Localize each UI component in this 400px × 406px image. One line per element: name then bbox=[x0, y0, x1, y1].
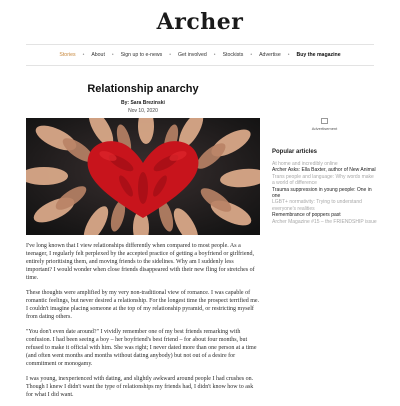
nav-about[interactable]: About bbox=[91, 52, 105, 58]
article-paragraph: I've long known that I view relationship… bbox=[26, 243, 255, 281]
masthead: Archer bbox=[0, 0, 400, 44]
nav-stories[interactable]: Stories bbox=[59, 52, 75, 58]
hero-image bbox=[26, 118, 260, 235]
image-placeholder-icon bbox=[321, 118, 328, 124]
article-paragraph: I was young, inexperienced with dating, … bbox=[26, 376, 254, 398]
main-nav: Stories • About • Sign up to e-news • Ge… bbox=[26, 44, 374, 66]
nav-separator: • bbox=[82, 52, 85, 58]
article-body: I've long known that I view relationship… bbox=[26, 242, 260, 406]
article-header: Relationship anarchy By: Sara Brezinski … bbox=[26, 83, 260, 114]
nav-advertise[interactable]: Advertise bbox=[259, 52, 281, 58]
popular-articles-heading: Popular articles bbox=[272, 149, 318, 155]
nav-separator: • bbox=[111, 52, 114, 58]
popular-article-link[interactable]: Trauma suppression in young people: One … bbox=[272, 187, 377, 200]
popular-article-link[interactable]: Trans people and language: Why words mak… bbox=[272, 174, 377, 187]
nav-buy-magazine[interactable]: Buy the magazine bbox=[296, 52, 340, 58]
sidebar: Advertisement Popular articles At home a… bbox=[272, 118, 377, 225]
nav-separator: • bbox=[250, 52, 253, 58]
nav-stockists[interactable]: Stockists bbox=[223, 52, 244, 58]
popular-article-link[interactable]: Archer Magazine #15 – the FRIENDSHIP iss… bbox=[272, 219, 377, 225]
article-title: Relationship anarchy bbox=[87, 83, 199, 95]
nav-get-involved[interactable]: Get involved bbox=[178, 52, 207, 58]
article-byline: By: Sara Brezinski bbox=[121, 100, 165, 106]
article-paragraph: "You don't even date around?" I vividly … bbox=[26, 329, 257, 367]
advertisement-label: Advertisement bbox=[311, 126, 338, 131]
nav-separator: • bbox=[169, 52, 171, 58]
nav-separator: • bbox=[213, 52, 216, 58]
popular-article-link[interactable]: LGBT+ normativity: Trying to understand … bbox=[272, 199, 377, 212]
article-date: Nov 10, 2020 bbox=[128, 108, 158, 114]
article-paragraph: These thoughts were amplified by my very… bbox=[26, 290, 260, 320]
nav-separator: • bbox=[287, 52, 290, 58]
site-logo[interactable]: Archer bbox=[157, 9, 244, 35]
hands-heart-illustration bbox=[26, 118, 260, 235]
advertisement[interactable]: Advertisement bbox=[272, 118, 377, 131]
nav-sign-up-enews[interactable]: Sign up to e-news bbox=[121, 52, 163, 58]
